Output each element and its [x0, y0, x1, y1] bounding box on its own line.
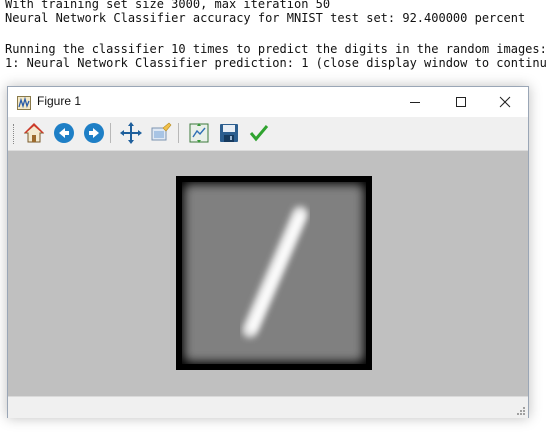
mnist-digit-image — [176, 176, 372, 370]
minimize-button[interactable] — [392, 87, 438, 117]
status-bar — [8, 396, 528, 418]
forward-icon — [84, 123, 104, 143]
toolbar-grip[interactable] — [13, 124, 17, 144]
figure-canvas[interactable] — [8, 151, 528, 396]
subplots-icon — [189, 123, 209, 143]
maximize-button[interactable] — [438, 87, 484, 117]
forward-button[interactable] — [83, 122, 105, 144]
console-line-4: Running the classifier 10 times to predi… — [5, 42, 547, 56]
edit-check-icon — [249, 125, 269, 142]
zoom-button[interactable] — [150, 122, 172, 144]
home-button[interactable] — [23, 122, 45, 144]
save-icon — [220, 124, 238, 142]
matplotlib-app-icon — [17, 95, 31, 110]
console-line-2: Neural Network Classifier accuracy for M… — [5, 11, 526, 25]
back-icon — [54, 123, 74, 143]
pan-icon — [120, 122, 142, 144]
resize-grip-icon[interactable] — [515, 405, 525, 415]
toolbar-separator — [178, 123, 179, 143]
save-button[interactable] — [218, 122, 240, 144]
toolbar-separator — [110, 123, 111, 143]
zoom-icon — [151, 122, 172, 141]
edit-axis-button[interactable] — [248, 122, 270, 144]
window-title: Figure 1 — [37, 94, 82, 108]
console-line-1: With training set size 3000, max iterati… — [5, 0, 331, 11]
close-button[interactable] — [482, 87, 528, 117]
navigation-toolbar — [8, 117, 528, 151]
console-line-5: 1: Neural Network Classifier prediction:… — [5, 56, 547, 70]
title-bar[interactable]: Figure 1 — [8, 87, 528, 117]
back-button[interactable] — [53, 122, 75, 144]
subplots-button[interactable] — [188, 122, 210, 144]
figure-window: Figure 1 — [7, 86, 529, 418]
pan-button[interactable] — [120, 122, 142, 144]
minimize-icon — [410, 102, 420, 103]
home-icon — [23, 123, 45, 143]
close-icon — [499, 96, 511, 108]
maximize-icon — [456, 97, 466, 107]
